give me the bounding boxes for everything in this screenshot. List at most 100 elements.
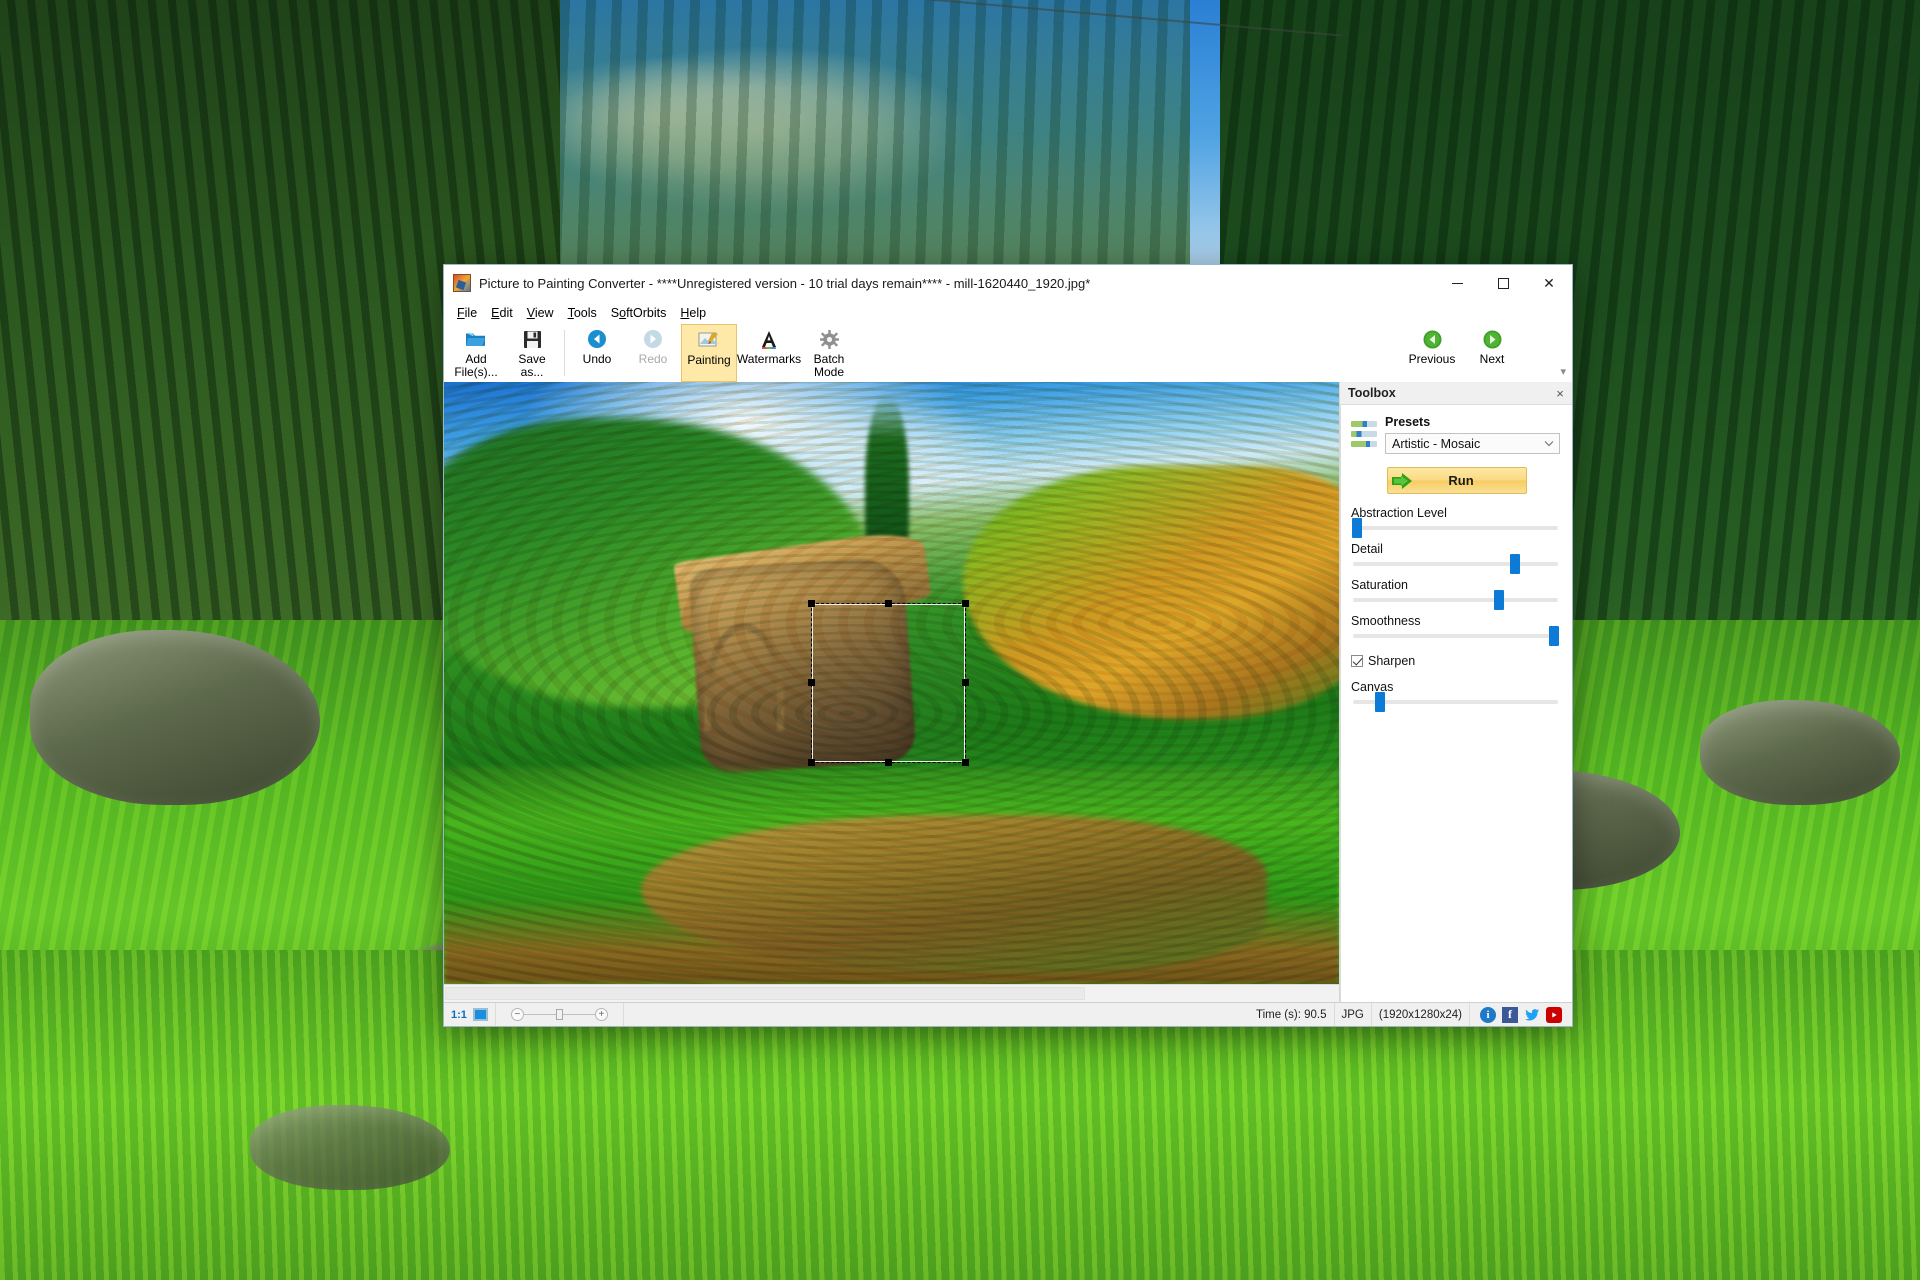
gear-icon — [819, 328, 839, 350]
fit-to-window-icon[interactable] — [472, 1008, 488, 1021]
slider-thumb[interactable] — [1548, 626, 1559, 646]
slider-track[interactable] — [1353, 554, 1558, 574]
next-label: Next — [1479, 352, 1505, 366]
slider-smoothness: Smoothness — [1351, 614, 1560, 646]
sharpen-checkbox-row[interactable]: Sharpen — [1351, 654, 1560, 668]
previous-button[interactable]: Previous — [1400, 324, 1464, 382]
undo-button[interactable]: Undo — [569, 324, 625, 382]
menu-item-softorbits[interactable]: SoftOrbits — [604, 304, 674, 322]
slider-thumb[interactable] — [1493, 590, 1504, 610]
presets-label: Presets — [1385, 415, 1431, 429]
toolbox-panel: Toolbox × Presets Artistic - Mosaic Run … — [1340, 382, 1572, 1002]
painting-button[interactable]: Painting — [681, 324, 737, 382]
selection-marquee[interactable] — [808, 600, 969, 766]
zoom-track-left — [523, 1014, 556, 1015]
slider-track[interactable] — [1352, 518, 1558, 538]
twitter-icon[interactable] — [1524, 1007, 1540, 1023]
info-icon[interactable]: i — [1480, 1006, 1496, 1023]
zoom-slider[interactable]: − + — [503, 1008, 616, 1021]
add-files-button[interactable]: Add File(s)... — [448, 324, 504, 382]
application-window: Picture to Painting Converter - ****Unre… — [443, 264, 1573, 1027]
social-icons-group: i f — [1470, 1003, 1572, 1026]
slider-abstraction-level: Abstraction Level — [1351, 506, 1560, 538]
painting-brush-icon — [698, 329, 720, 351]
watermarks-label: Watermarks — [736, 352, 802, 366]
save-as-label-line2: as... — [520, 365, 544, 379]
redo-label: Redo — [638, 352, 668, 366]
status-bar: 1:1 − + Time (s): 90.5 JPG (1920x1280x24… — [444, 1002, 1572, 1026]
slider-label: Abstraction Level — [1351, 506, 1447, 520]
zoom-track-right — [562, 1014, 595, 1015]
youtube-icon[interactable] — [1546, 1006, 1562, 1023]
slider-track[interactable] — [1353, 626, 1559, 646]
facebook-icon[interactable]: f — [1502, 1006, 1518, 1023]
selection-handle-nw[interactable] — [808, 600, 815, 607]
toolbox-close-icon[interactable]: × — [1552, 385, 1568, 401]
redo-button[interactable]: Redo — [625, 324, 681, 382]
app-icon — [453, 274, 471, 292]
toolbox-header: Toolbox × — [1340, 382, 1572, 404]
selection-handle-e[interactable] — [962, 679, 969, 686]
slider-track[interactable] — [1353, 590, 1558, 610]
status-bar-spacer — [624, 1003, 1249, 1026]
toolbox-body: Presets Artistic - Mosaic Run Abstractio… — [1340, 404, 1572, 1002]
save-as-button[interactable]: Save as... — [504, 324, 560, 382]
slider-saturation: Saturation — [1351, 578, 1560, 610]
menu-item-tools[interactable]: Tools — [561, 304, 604, 322]
window-title: Picture to Painting Converter - ****Unre… — [479, 275, 1091, 291]
slider-track[interactable] — [1353, 692, 1558, 712]
minimize-button[interactable] — [1434, 265, 1480, 301]
zoom-out-button[interactable]: − — [510, 1008, 524, 1021]
next-button[interactable]: Next — [1464, 324, 1520, 382]
previous-label: Previous — [1408, 352, 1456, 366]
zoom-slider-thumb[interactable] — [555, 1009, 563, 1020]
menu-item-edit[interactable]: Edit — [484, 304, 520, 322]
redo-arrow-icon — [643, 328, 663, 350]
image-viewport[interactable] — [444, 382, 1339, 984]
selection-handle-w[interactable] — [808, 679, 815, 686]
main-content: Toolbox × Presets Artistic - Mosaic Run … — [444, 382, 1572, 1002]
sharpen-checkbox[interactable] — [1351, 655, 1363, 667]
watermark-text-icon — [760, 328, 778, 350]
painting-label: Painting — [687, 353, 731, 367]
slider-label: Detail — [1351, 542, 1383, 556]
slider-thumb[interactable] — [1374, 692, 1385, 712]
close-button[interactable]: ✕ — [1526, 265, 1572, 301]
previous-arrow-icon — [1423, 328, 1442, 350]
slider-detail: Detail — [1351, 542, 1560, 574]
presets-dropdown[interactable]: Artistic - Mosaic — [1385, 433, 1560, 454]
slider-label: Saturation — [1351, 578, 1408, 592]
horizontal-scrollbar-thumb[interactable] — [445, 987, 1085, 1000]
menu-item-help[interactable]: Help — [673, 304, 713, 322]
watermarks-button[interactable]: Watermarks — [737, 324, 801, 382]
next-arrow-icon — [1483, 328, 1502, 350]
presets-column: Presets Artistic - Mosaic — [1385, 415, 1560, 454]
image-dimensions: (1920x1280x24) — [1372, 1003, 1470, 1026]
title-bar[interactable]: Picture to Painting Converter - ****Unre… — [444, 265, 1572, 302]
selection-handle-sw[interactable] — [808, 759, 815, 766]
selection-handle-s[interactable] — [884, 759, 892, 766]
sharpen-label: Sharpen — [1368, 654, 1416, 668]
canvas-area — [444, 382, 1340, 1002]
menu-item-file[interactable]: File — [450, 304, 484, 322]
zoom-ratio-label: 1:1 — [451, 1008, 467, 1021]
batch-mode-button[interactable]: Batch Mode — [801, 324, 857, 382]
slider-thumb[interactable] — [1509, 554, 1520, 574]
add-files-label-line2: File(s)... — [454, 365, 498, 379]
slider-thumb[interactable] — [1352, 518, 1363, 538]
toolbar-overflow-button[interactable]: ▾ — [1560, 365, 1566, 378]
selection-handle-se[interactable] — [962, 759, 969, 766]
horizontal-scrollbar[interactable] — [444, 984, 1339, 1002]
maximize-button[interactable] — [1480, 265, 1526, 301]
selection-handle-n[interactable] — [884, 600, 892, 607]
run-button-label: Run — [1448, 473, 1474, 488]
presets-sliders-icon — [1351, 421, 1377, 447]
zoom-in-button[interactable]: + — [594, 1008, 608, 1021]
toolbar: Add File(s)... Save as... Undo Redo Pain… — [444, 324, 1572, 382]
open-folder-icon — [465, 328, 487, 350]
zoom-ratio-cell[interactable]: 1:1 — [444, 1003, 496, 1026]
run-button[interactable]: Run — [1387, 467, 1527, 494]
toolbar-separator — [564, 330, 565, 376]
selection-handle-ne[interactable] — [962, 600, 969, 607]
menu-item-view[interactable]: View — [520, 304, 561, 322]
